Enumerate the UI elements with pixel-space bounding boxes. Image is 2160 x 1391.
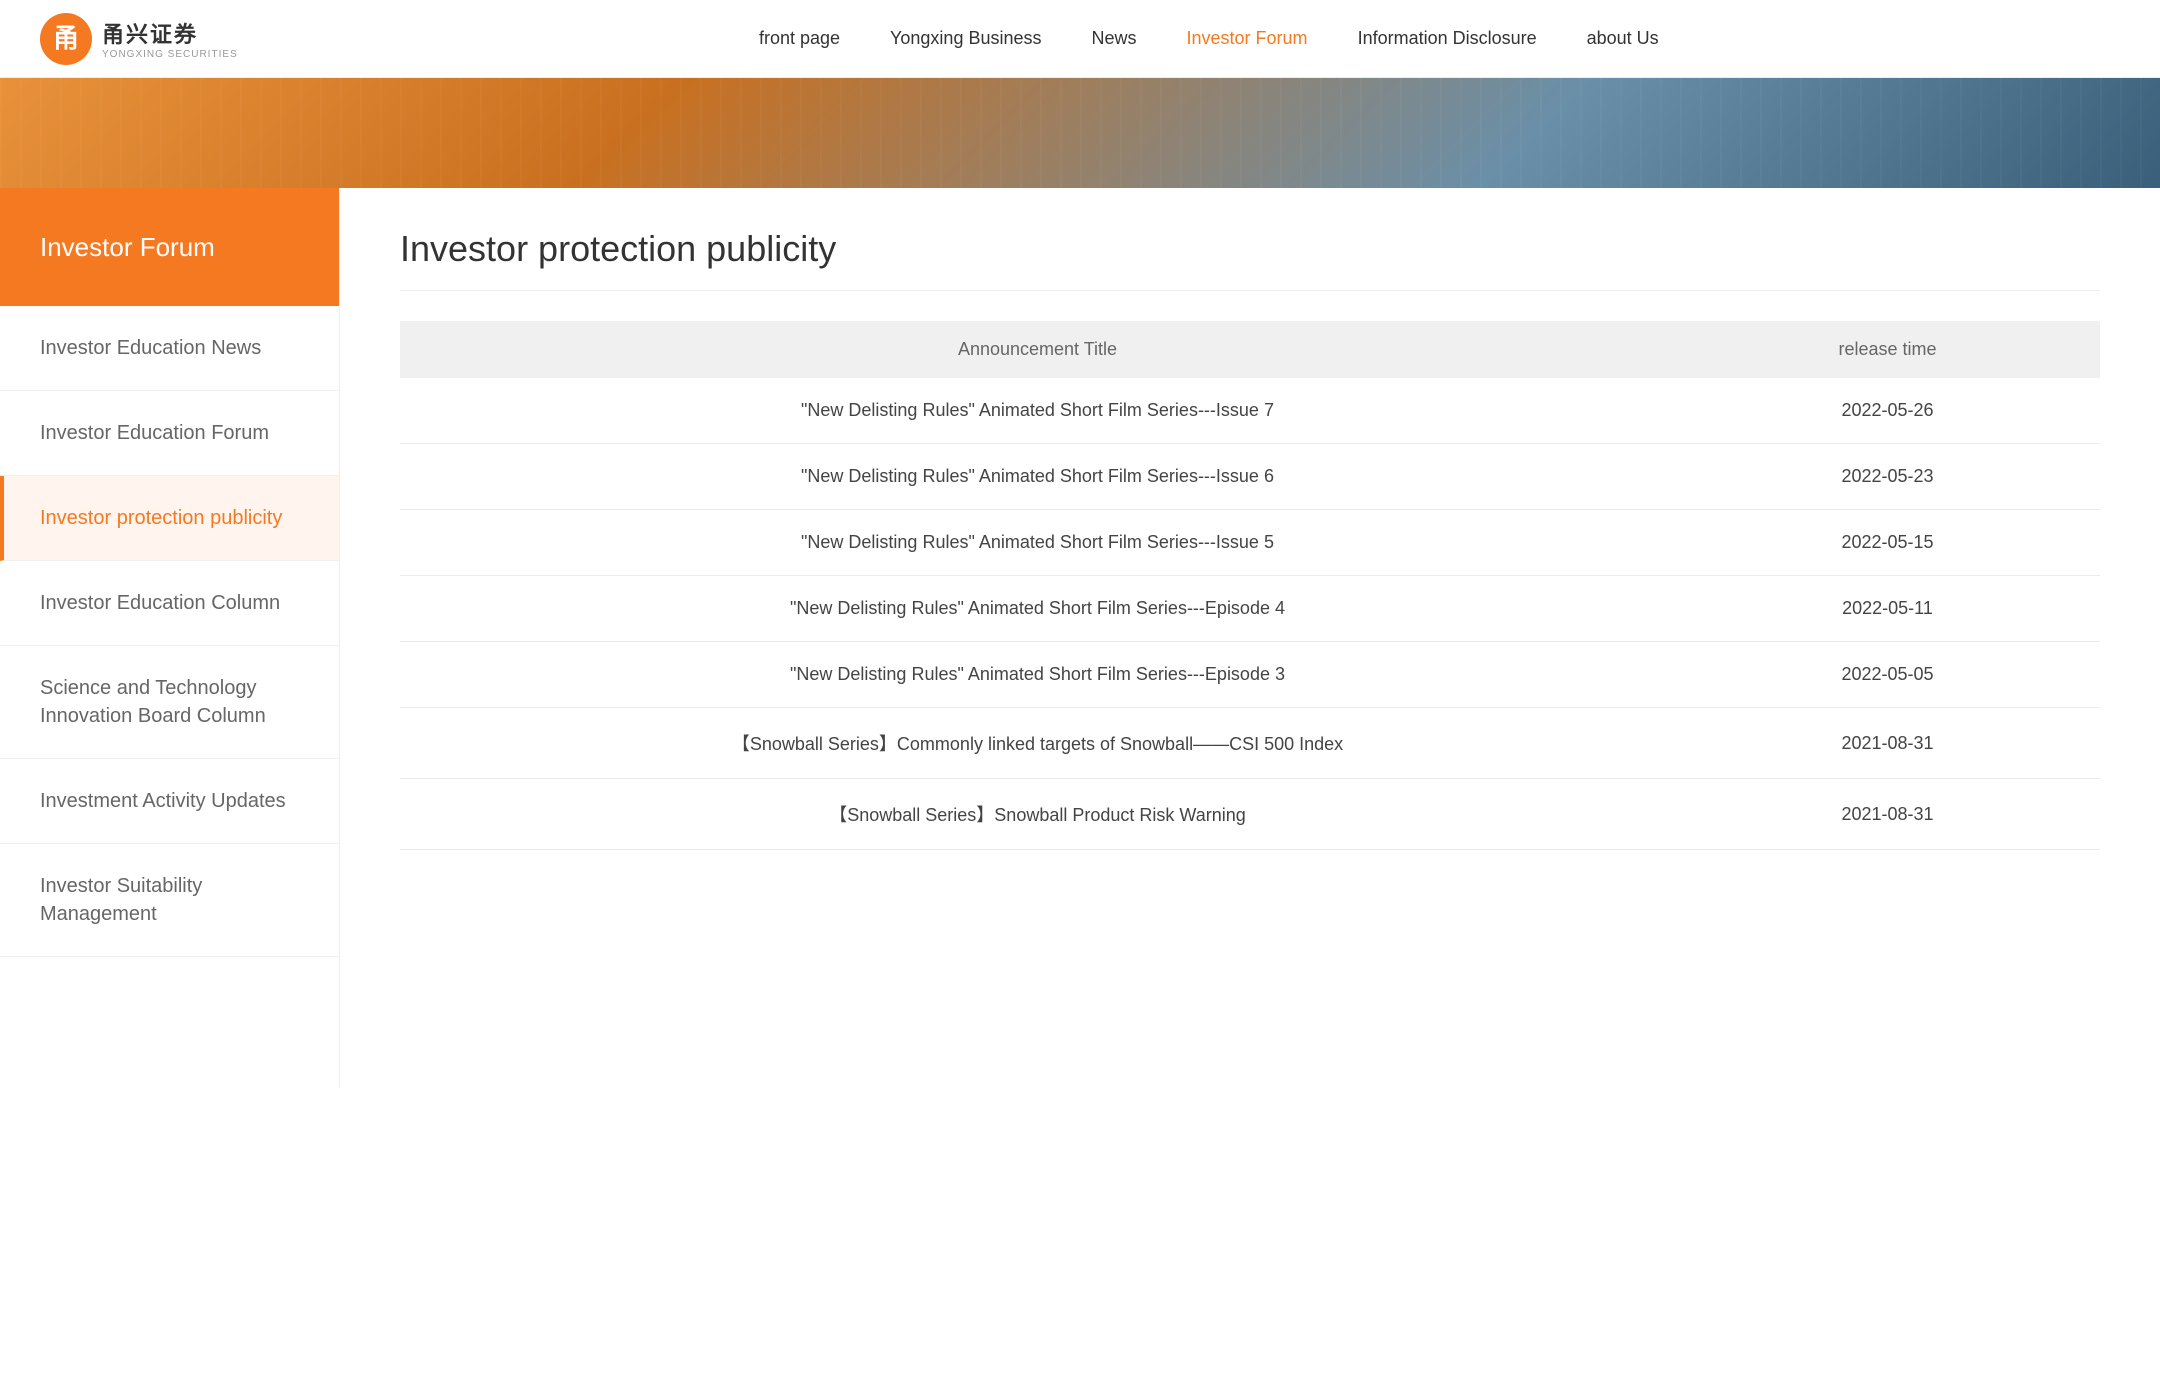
nav-item-about-us[interactable]: about Us bbox=[1587, 28, 1659, 49]
announcement-title[interactable]: "New Delisting Rules" Animated Short Fil… bbox=[400, 444, 1675, 510]
table-row: "New Delisting Rules" Animated Short Fil… bbox=[400, 510, 2100, 576]
logo-icon: 甬 bbox=[40, 13, 92, 65]
release-date: 2022-05-23 bbox=[1675, 444, 2100, 510]
logo: 甬 甬兴证券 YONGXING SECURITIES bbox=[40, 13, 238, 65]
table-row: "New Delisting Rules" Animated Short Fil… bbox=[400, 576, 2100, 642]
release-date: 2022-05-26 bbox=[1675, 378, 2100, 444]
sidebar-header: Investor Forum bbox=[0, 188, 339, 306]
sidebar-item-science-technology-board[interactable]: Science and Technology Innovation Board … bbox=[0, 646, 339, 759]
hero-banner bbox=[0, 78, 2160, 188]
main-layout: Investor Forum Investor Education NewsIn… bbox=[0, 188, 2160, 1088]
sidebar-header-label: Investor Forum bbox=[40, 232, 215, 263]
nav-item-yongxing-business[interactable]: Yongxing Business bbox=[890, 28, 1041, 49]
table-row: 【Snowball Series】Snowball Product Risk W… bbox=[400, 779, 2100, 850]
logo-name-en: YONGXING SECURITIES bbox=[102, 49, 238, 60]
release-date: 2021-08-31 bbox=[1675, 779, 2100, 850]
release-date: 2022-05-05 bbox=[1675, 642, 2100, 708]
sidebar-item-investment-activity[interactable]: Investment Activity Updates bbox=[0, 759, 339, 844]
nav-item-front-page[interactable]: front page bbox=[759, 28, 840, 49]
sidebar: Investor Forum Investor Education NewsIn… bbox=[0, 188, 340, 1088]
table-row: 【Snowball Series】Commonly linked targets… bbox=[400, 708, 2100, 779]
sidebar-item-investor-education-forum[interactable]: Investor Education Forum bbox=[0, 391, 339, 476]
announcement-title[interactable]: 【Snowball Series】Commonly linked targets… bbox=[400, 708, 1675, 779]
content-area: Investor protection publicity Announceme… bbox=[340, 188, 2160, 1088]
header: 甬 甬兴证券 YONGXING SECURITIES front page Yon… bbox=[0, 0, 2160, 78]
nav-item-investor-forum[interactable]: Investor Forum bbox=[1187, 28, 1308, 49]
sidebar-item-investor-education-news[interactable]: Investor Education News bbox=[0, 306, 339, 391]
release-date: 2021-08-31 bbox=[1675, 708, 2100, 779]
col-header-title: Announcement Title bbox=[400, 321, 1675, 378]
main-nav: front page Yongxing Business News Investor … bbox=[298, 28, 2120, 49]
announcement-title[interactable]: "New Delisting Rules" Animated Short Fil… bbox=[400, 378, 1675, 444]
table-row: "New Delisting Rules" Animated Short Fil… bbox=[400, 642, 2100, 708]
release-date: 2022-05-15 bbox=[1675, 510, 2100, 576]
page-title: Investor protection publicity bbox=[400, 228, 2100, 291]
announcement-title[interactable]: "New Delisting Rules" Animated Short Fil… bbox=[400, 510, 1675, 576]
table-body: "New Delisting Rules" Animated Short Fil… bbox=[400, 378, 2100, 850]
logo-name-cn: 甬兴证券 bbox=[102, 17, 238, 49]
col-header-release: release time bbox=[1675, 321, 2100, 378]
sidebar-menu: Investor Education NewsInvestor Educatio… bbox=[0, 306, 339, 957]
sidebar-item-investor-protection-publicity[interactable]: Investor protection publicity bbox=[0, 476, 339, 561]
sidebar-item-investor-education-column[interactable]: Investor Education Column bbox=[0, 561, 339, 646]
announcement-title[interactable]: "New Delisting Rules" Animated Short Fil… bbox=[400, 642, 1675, 708]
sidebar-item-investor-suitability[interactable]: Investor Suitability Management bbox=[0, 844, 339, 957]
announcement-title[interactable]: "New Delisting Rules" Animated Short Fil… bbox=[400, 576, 1675, 642]
release-date: 2022-05-11 bbox=[1675, 576, 2100, 642]
announcement-title[interactable]: 【Snowball Series】Snowball Product Risk W… bbox=[400, 779, 1675, 850]
announcement-table: Announcement Title release time "New Del… bbox=[400, 321, 2100, 850]
nav-item-news[interactable]: News bbox=[1092, 28, 1137, 49]
table-row: "New Delisting Rules" Animated Short Fil… bbox=[400, 378, 2100, 444]
svg-text:甬: 甬 bbox=[53, 24, 79, 53]
nav-item-information-disclosure[interactable]: Information Disclosure bbox=[1358, 28, 1537, 49]
table-row: "New Delisting Rules" Animated Short Fil… bbox=[400, 444, 2100, 510]
